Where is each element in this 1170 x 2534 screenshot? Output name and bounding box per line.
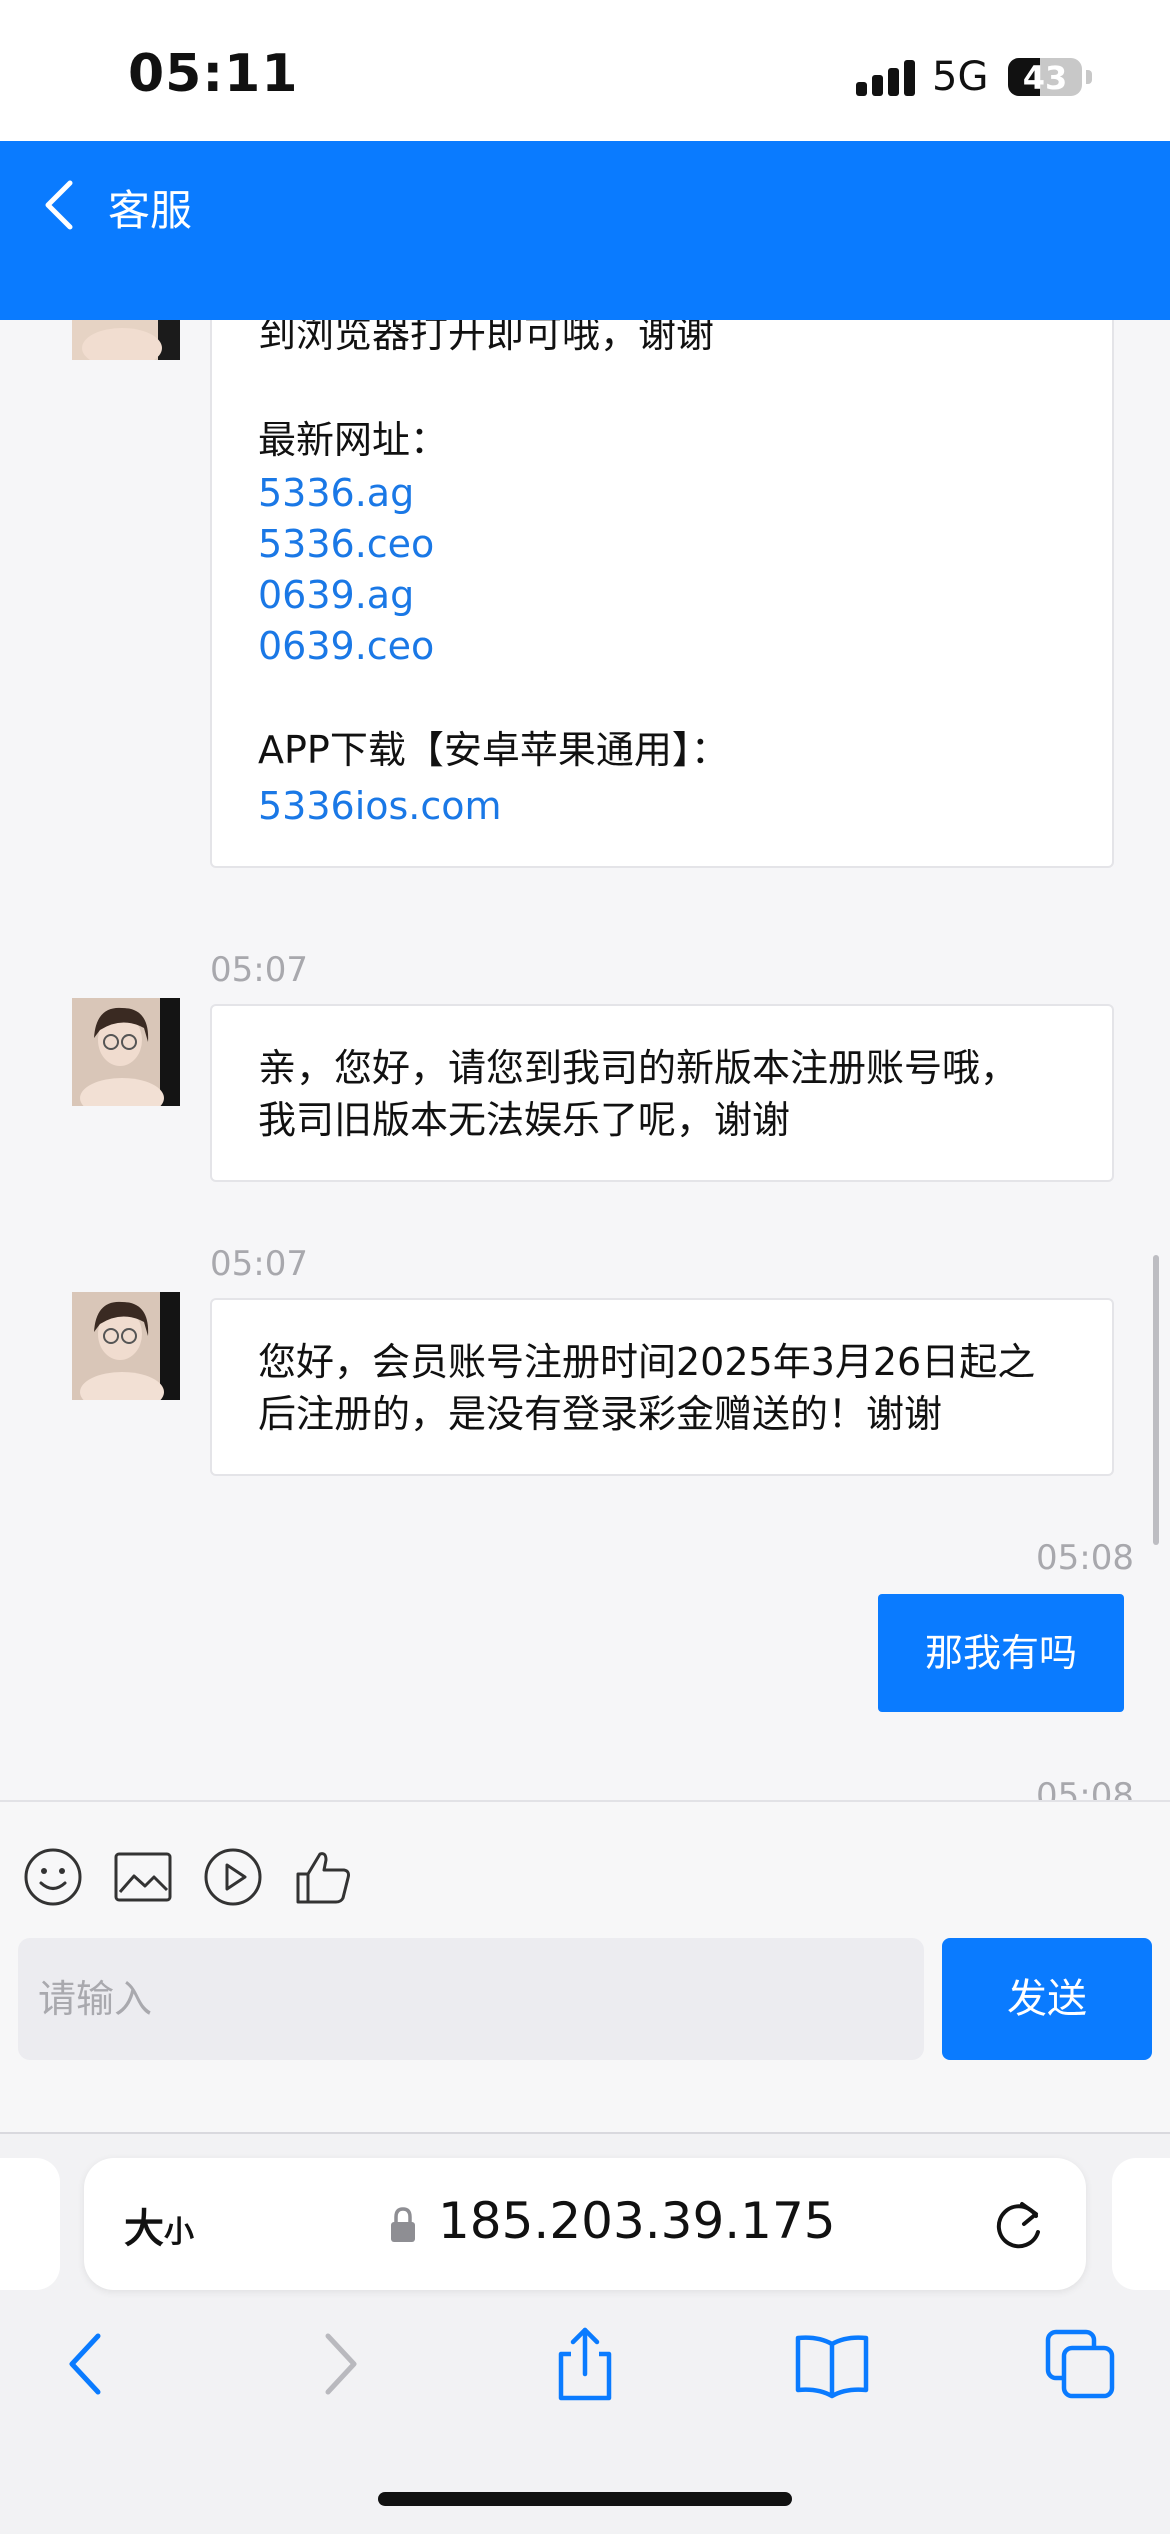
user-message-bubble: 那我有吗	[878, 1594, 1124, 1712]
tabs-icon[interactable]	[1040, 2324, 1120, 2404]
text-size-button[interactable]: 大小	[124, 2196, 194, 2254]
app-download-link[interactable]: 5336ios.com	[258, 781, 502, 832]
battery-tip	[1086, 70, 1092, 84]
message-time: 05:07	[210, 950, 308, 990]
agent-avatar	[72, 320, 180, 360]
message-time: 05:08	[1036, 1776, 1134, 1800]
forward-nav-icon[interactable]	[298, 2324, 378, 2404]
network-label: 5G	[932, 54, 989, 100]
url-text: 185.203.39.175	[438, 2192, 836, 2250]
status-time: 05:11	[128, 44, 299, 104]
composer: 发送	[0, 1800, 1170, 2134]
message-input[interactable]	[18, 1938, 924, 2060]
site-link[interactable]: 0639.ceo	[258, 621, 434, 672]
next-tab-preview[interactable]	[1112, 2158, 1170, 2290]
battery-icon: 43	[1008, 58, 1082, 96]
chat-header: 客服	[0, 141, 1170, 320]
agent-avatar	[72, 1292, 180, 1400]
text-size-small: 小	[164, 2215, 194, 2250]
site-link[interactable]: 5336.ceo	[258, 519, 434, 570]
message-bubble: 您好，会员账号注册时间2025年3月26日起之 后注册的，是没有登录彩金赠送的！…	[210, 1298, 1114, 1476]
back-icon[interactable]	[40, 175, 80, 235]
share-icon[interactable]	[545, 2324, 625, 2404]
site-link[interactable]: 5336.ag	[258, 468, 414, 519]
signal-icon	[856, 60, 916, 96]
lock-icon	[391, 2207, 415, 2242]
send-button[interactable]: 发送	[942, 1938, 1152, 2060]
message-text: 您好，会员账号注册时间2025年3月26日起之 后注册的，是没有登录彩金赠送的！…	[258, 1340, 1036, 1436]
bookmarks-icon[interactable]	[792, 2324, 872, 2404]
home-indicator[interactable]	[378, 2492, 792, 2506]
previous-tab-preview[interactable]	[0, 2158, 60, 2290]
chat-messages[interactable]: 到浏览器打开即可哦，谢谢 最新网址： 5336.ag 5336.ceo 0639…	[0, 320, 1170, 1800]
battery-percent: 43	[1022, 59, 1068, 96]
message-bubble: 亲，您好，请您到我司的新版本注册账号哦， 我司旧版本无法娱乐了呢，谢谢	[210, 1004, 1114, 1182]
video-icon[interactable]	[202, 1846, 264, 1908]
section-title: 最新网址：	[258, 418, 449, 462]
emoji-icon[interactable]	[22, 1846, 84, 1908]
site-link[interactable]: 0639.ag	[258, 570, 414, 621]
agent-avatar	[72, 998, 180, 1106]
back-nav-icon[interactable]	[48, 2324, 128, 2404]
image-icon[interactable]	[112, 1846, 174, 1908]
thumbs-up-icon[interactable]	[292, 1846, 354, 1908]
message-text: 亲，您好，请您到我司的新版本注册账号哦， 我司旧版本无法娱乐了呢，谢谢	[258, 1046, 1019, 1142]
message-bubble: 到浏览器打开即可哦，谢谢 最新网址： 5336.ag 5336.ceo 0639…	[210, 320, 1114, 868]
app-download-label: APP下载【安卓苹果通用】：	[258, 728, 729, 772]
address-bar[interactable]: 大小 185.203.39.175	[84, 2158, 1086, 2290]
message-time: 05:08	[1036, 1538, 1134, 1578]
reload-icon[interactable]	[992, 2194, 1048, 2254]
text-size-big: 大	[124, 2206, 164, 2252]
browser-toolbar: 大小 185.203.39.175	[0, 2132, 1170, 2534]
message-time: 05:07	[210, 1244, 308, 1284]
scrollbar[interactable]	[1153, 1255, 1159, 1545]
page-title: 客服	[108, 186, 193, 235]
status-bar: 05:11 5G 43	[0, 0, 1170, 141]
message-text: 到浏览器打开即可哦，谢谢	[258, 320, 715, 356]
